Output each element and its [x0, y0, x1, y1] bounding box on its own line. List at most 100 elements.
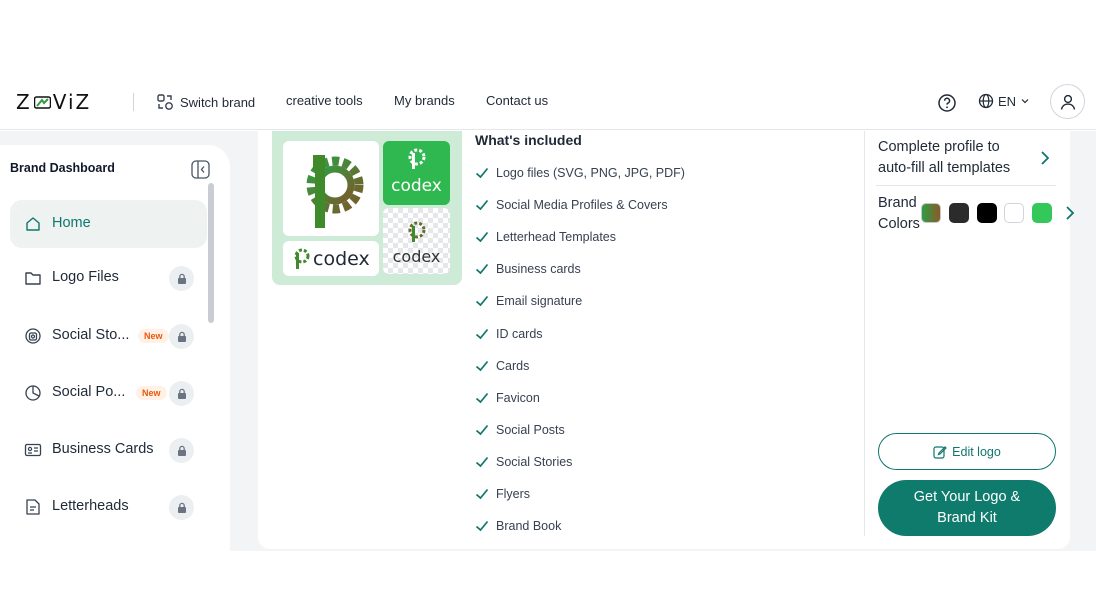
- user-icon: [1060, 94, 1075, 110]
- sidebar-item-label: Home: [52, 215, 91, 231]
- sidebar-item-label: Letterheads: [52, 498, 129, 514]
- top-navbar: Z ViZ Switch brand creative tools My bra…: [0, 74, 1096, 130]
- sidebar-item-logo-files[interactable]: Logo Files: [10, 254, 207, 302]
- chevron-down-icon: [1021, 99, 1029, 104]
- checkmark-icon: [475, 328, 489, 340]
- contact-us-link[interactable]: Contact us: [486, 93, 548, 108]
- included-item-label: Social Posts: [496, 423, 565, 437]
- lock-icon: [177, 502, 186, 513]
- included-item: Cards: [475, 356, 529, 376]
- help-icon[interactable]: [936, 92, 958, 114]
- included-item-label: Logo files (SVG, PNG, JPG, PDF): [496, 166, 685, 180]
- letterhead-icon: [26, 499, 40, 515]
- included-item-label: Letterhead Templates: [496, 230, 616, 244]
- sidebar-item-home[interactable]: Home: [10, 200, 207, 248]
- brand-color-swatch-dark[interactable]: [949, 203, 969, 223]
- included-item-label: Cards: [496, 359, 530, 373]
- logo-text-right: ViZ: [52, 90, 92, 114]
- whats-included-title: What's included: [475, 132, 582, 148]
- included-item-label: Social Media Profiles & Covers: [496, 198, 668, 212]
- post-icon: [25, 385, 41, 401]
- creative-tools-link[interactable]: creative tools: [286, 93, 363, 108]
- sidebar-title: Brand Dashboard: [10, 161, 115, 175]
- included-item-label: Social Stories: [496, 455, 573, 469]
- lock-icon: [177, 388, 186, 399]
- logo-preview-green: codex: [383, 141, 450, 205]
- lock-badge: [169, 438, 194, 463]
- zoviz-logo[interactable]: Z ViZ: [16, 90, 92, 114]
- included-item: Brand Book: [475, 516, 561, 536]
- collapse-sidebar-icon[interactable]: [191, 160, 210, 179]
- sidebar-item-business-cards[interactable]: Business Cards: [10, 426, 207, 474]
- included-item-label: Email signature: [496, 294, 583, 308]
- included-item-label: Brand Book: [496, 519, 562, 533]
- chevron-right-icon[interactable]: [1064, 205, 1076, 221]
- included-item: Social Media Profiles & Covers: [475, 195, 668, 215]
- folder-icon: [25, 272, 41, 285]
- get-brand-kit-button[interactable]: Get Your Logo & Brand Kit: [878, 480, 1056, 536]
- sidebar-scrollbar[interactable]: [208, 183, 214, 323]
- included-item: Social Stories: [475, 452, 572, 472]
- checkmark-icon: [475, 360, 489, 372]
- user-avatar-button[interactable]: [1050, 84, 1085, 119]
- checkmark-icon: [475, 263, 489, 275]
- complete-profile-link[interactable]: Complete profile to auto-fill all templa…: [878, 137, 1028, 179]
- included-item: Favicon: [475, 388, 540, 408]
- included-item-label: Flyers: [496, 487, 531, 501]
- brand-color-swatch-green[interactable]: [1032, 203, 1052, 223]
- mini-logo-icon: [408, 148, 426, 169]
- sidebar-item-label: Social Sto...: [52, 327, 130, 343]
- header-divider: [133, 93, 134, 111]
- edit-icon: [933, 445, 948, 459]
- my-brands-label: My brands: [394, 93, 455, 108]
- card-icon: [24, 443, 42, 457]
- sidebar-item-label: Logo Files: [52, 269, 119, 285]
- logo-preview-transparent: codex: [383, 208, 450, 274]
- sidebar-item-label: Business Cards: [52, 441, 154, 457]
- sidebar-item-social-posts[interactable]: Social Po... New: [10, 369, 207, 417]
- switch-brand-icon: [157, 94, 173, 110]
- included-item-label: Business cards: [496, 262, 581, 276]
- mini-logo-icon: [408, 221, 426, 242]
- lock-badge: [169, 324, 194, 349]
- included-item: Business cards: [475, 259, 581, 279]
- home-icon: [26, 217, 40, 231]
- included-item: Social Posts: [475, 420, 565, 440]
- my-brands-link[interactable]: My brands: [394, 93, 455, 108]
- brand-name-text: codex: [313, 247, 370, 270]
- get-brand-kit-label: Get Your Logo & Brand Kit: [913, 489, 1021, 526]
- lock-badge: [169, 381, 194, 406]
- sidebar-item-letterheads[interactable]: Letterheads: [10, 483, 207, 531]
- right-panel-divider: [864, 131, 865, 536]
- brand-color-swatch-black[interactable]: [977, 203, 997, 223]
- logo-text-left: Z: [16, 90, 32, 114]
- logo-preview-main: [283, 141, 379, 236]
- edit-logo-label: Edit logo: [952, 444, 1001, 459]
- chevron-right-icon[interactable]: [1039, 150, 1051, 166]
- lock-icon: [177, 273, 186, 284]
- language-selector[interactable]: EN: [978, 93, 1030, 109]
- right-panel-divider-horizontal: [876, 185, 1056, 186]
- included-item: Logo files (SVG, PNG, JPG, PDF): [475, 163, 685, 183]
- brand-color-swatch-white[interactable]: [1004, 203, 1024, 223]
- contact-us-label: Contact us: [486, 93, 549, 108]
- included-item: ID cards: [475, 324, 543, 344]
- checkmark-icon: [475, 231, 489, 243]
- new-badge: New: [138, 329, 169, 343]
- brand-color-swatch-gradient[interactable]: [921, 203, 941, 223]
- included-item-label: ID cards: [496, 327, 543, 341]
- switch-brand-link[interactable]: Switch brand: [156, 93, 255, 111]
- lock-badge: [169, 266, 194, 291]
- edit-logo-button[interactable]: Edit logo: [878, 433, 1056, 470]
- included-item: Letterhead Templates: [475, 227, 616, 247]
- included-item: Flyers: [475, 484, 530, 504]
- mini-logo-icon: [294, 248, 310, 269]
- sidebar-item-label: Social Po...: [52, 384, 126, 400]
- checkmark-icon: [475, 392, 489, 404]
- logo-preview-grid: codex codex codex: [272, 131, 462, 285]
- creative-tools-label: creative tools: [286, 93, 363, 108]
- brand-name-text: codex: [392, 247, 441, 266]
- sidebar-item-social-stories[interactable]: Social Sto... New: [10, 312, 207, 360]
- lock-icon: [177, 331, 186, 342]
- language-label: EN: [998, 93, 1017, 109]
